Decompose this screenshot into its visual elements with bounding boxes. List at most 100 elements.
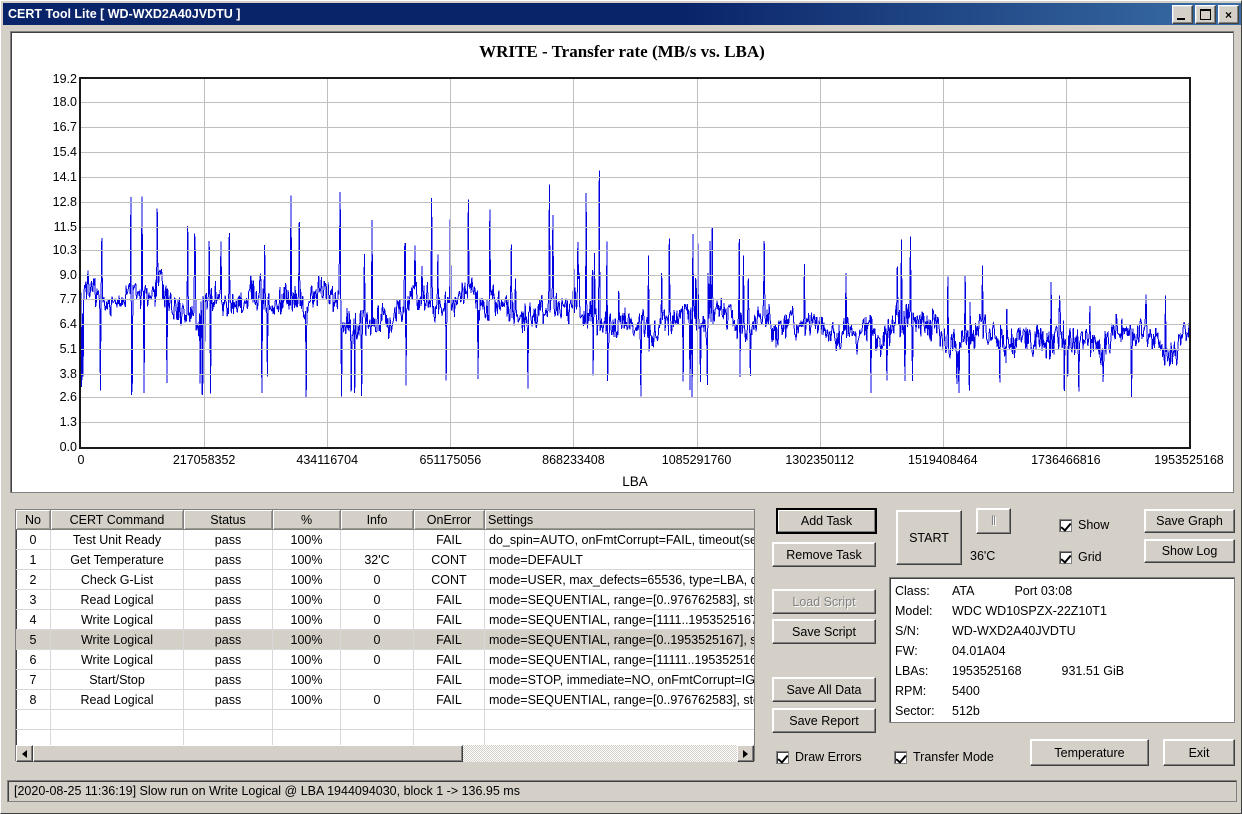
table-row[interactable]: 0 Test Unit Ready pass 100% FAIL do_spin=AUTO… <box>16 529 754 550</box>
cell-info: 32'C <box>340 549 414 570</box>
y-axis-tick-label: 1.3 <box>59 415 77 430</box>
col-header-status[interactable]: Status <box>183 510 273 530</box>
table-row[interactable]: 6 Write Logical pass 100% 0 FAIL mode=SEQUENTI… <box>16 649 754 670</box>
col-header-settings[interactable]: Settings <box>484 510 754 530</box>
cell-percent: 100% <box>272 589 341 610</box>
cell-info: 0 <box>340 609 414 630</box>
draw-errors-checkbox[interactable]: Draw Errors <box>776 750 862 764</box>
table-row[interactable] <box>16 709 754 730</box>
cell-info: 0 <box>340 589 414 610</box>
y-axis-tick-label: 12.8 <box>52 194 77 209</box>
cell-info <box>340 669 414 690</box>
col-header-percent[interactable]: % <box>272 510 341 530</box>
grid-line-horizontal <box>81 250 1189 251</box>
drive-info-panel: Class: ATA Port 03:08 Model: WDC WD10SPZX-22… <box>889 577 1235 723</box>
cell-settings: mode=SEQUENTIAL, range=[0..976762583], s… <box>484 689 754 710</box>
scroll-left-button[interactable] <box>16 745 33 762</box>
task-table-panel[interactable]: No CERT Command Status % Info OnError Se… <box>15 509 755 761</box>
drive-info-label: Class: <box>895 584 930 598</box>
add-task-button[interactable]: Add Task <box>776 508 877 534</box>
save-all-data-button[interactable]: Save All Data <box>772 677 876 702</box>
show-checkbox[interactable]: Show <box>1059 518 1109 532</box>
maximize-button[interactable] <box>1195 5 1216 24</box>
drive-info-row: RPM: 5400 <box>895 681 1229 701</box>
drive-info-row: Sector: 512b <box>895 701 1229 721</box>
arrow-left-icon <box>22 749 27 758</box>
cell-no: 0 <box>16 529 51 550</box>
cell-no <box>16 709 51 730</box>
cell-onerror <box>413 709 485 730</box>
window-title: CERT Tool Lite [ WD-WXD2A40JVDTU ] <box>8 7 241 21</box>
x-axis-tick-label: 217058352 <box>172 453 236 467</box>
transfer-rate-chart-panel: WRITE - Transfer rate (MB/s vs. LBA) 0.0… <box>10 31 1234 493</box>
grid-checkbox[interactable]: Grid <box>1059 550 1102 564</box>
cell-command: Read Logical <box>50 689 184 710</box>
start-button[interactable]: START <box>896 510 962 565</box>
cell-info <box>340 529 414 550</box>
temperature-readout: 36'C <box>970 549 996 563</box>
scrollbar-thumb[interactable] <box>33 745 463 762</box>
y-axis-tick-label: 15.4 <box>52 144 77 159</box>
scroll-right-button[interactable] <box>737 745 754 762</box>
close-icon: × <box>1224 7 1232 22</box>
exit-button[interactable]: Exit <box>1163 739 1235 766</box>
status-bar-text: [2020-08-25 11:36:19] Slow run on Write … <box>14 784 520 798</box>
table-row[interactable]: 3 Read Logical pass 100% 0 FAIL mode=SEQUENTIA… <box>16 589 754 610</box>
grid-line-horizontal <box>81 374 1189 375</box>
table-row[interactable]: 2 Check G-List pass 100% 0 CONT mode=USER, max… <box>16 569 754 590</box>
table-row[interactable]: 4 Write Logical pass 100% 0 FAIL mode=SEQUENTI… <box>16 609 754 630</box>
pause-button[interactable]: ‖ <box>976 508 1011 534</box>
table-header-row: No CERT Command Status % Info OnError Se… <box>16 510 754 530</box>
col-header-info[interactable]: Info <box>340 510 414 530</box>
cell-info: 0 <box>340 649 414 670</box>
table-row[interactable]: 1 Get Temperature pass 100% 32'C CONT mode=DEF… <box>16 549 754 570</box>
grid-line-horizontal <box>81 349 1189 350</box>
cell-percent: 100% <box>272 629 341 650</box>
cell-no: 2 <box>16 569 51 590</box>
save-graph-button[interactable]: Save Graph <box>1144 509 1235 533</box>
table-row[interactable]: 8 Read Logical pass 100% 0 FAIL mode=SEQUENTIA… <box>16 689 754 710</box>
cell-no: 6 <box>16 649 51 670</box>
col-header-cert-command[interactable]: CERT Command <box>50 510 184 530</box>
col-header-onerror[interactable]: OnError <box>413 510 485 530</box>
save-report-button[interactable]: Save Report <box>772 708 876 733</box>
cell-settings: mode=SEQUENTIAL, range=[0..1953525167], … <box>484 629 754 650</box>
drive-info-value-secondary: Port 03:08 <box>1014 584 1073 598</box>
save-script-button[interactable]: Save Script <box>772 619 876 644</box>
title-bar: CERT Tool Lite [ WD-WXD2A40JVDTU ] × <box>3 3 1241 25</box>
cell-no: 1 <box>16 549 51 570</box>
cell-percent <box>272 709 341 730</box>
grid-line-horizontal <box>81 177 1189 178</box>
cell-onerror: FAIL <box>413 609 485 630</box>
table-row[interactable]: 7 Start/Stop pass 100% FAIL mode=STOP, immedi… <box>16 669 754 690</box>
drive-info-value: WD-WXD2A40JVDTU <box>952 624 1076 638</box>
plot-area <box>79 77 1191 449</box>
cell-command: Write Logical <box>50 649 184 670</box>
temperature-button[interactable]: Temperature <box>1030 739 1149 766</box>
cell-onerror: FAIL <box>413 689 485 710</box>
x-axis-tick-label: 1519408464 <box>908 453 978 467</box>
transfer-mode-checkbox[interactable]: Transfer Mode <box>894 750 994 764</box>
cell-onerror: CONT <box>413 569 485 590</box>
col-header-no[interactable]: No <box>16 510 51 530</box>
scrollbar-track[interactable] <box>33 745 737 762</box>
y-axis-tick-label: 11.5 <box>53 219 77 234</box>
load-script-button[interactable]: Load Script <box>772 589 876 614</box>
cell-info: 0 <box>340 629 414 650</box>
cell-info: 0 <box>340 569 414 590</box>
task-table-horizontal-scrollbar[interactable] <box>16 745 754 762</box>
cell-no: 3 <box>16 589 51 610</box>
drive-info-row: S/N: WD-WXD2A40JVDTU <box>895 621 1229 641</box>
remove-task-button[interactable]: Remove Task <box>772 542 876 567</box>
grid-line-vertical <box>450 79 451 447</box>
x-axis-tick-label: 1302350112 <box>785 453 854 467</box>
show-log-button[interactable]: Show Log <box>1144 539 1235 563</box>
close-button[interactable]: × <box>1218 5 1239 24</box>
cell-status <box>183 709 273 730</box>
grid-line-vertical <box>573 79 574 447</box>
transfer-mode-label: Transfer Mode <box>913 750 994 764</box>
table-row[interactable]: 5 Write Logical pass 100% 0 FAIL mode=SEQUENTI… <box>16 629 754 650</box>
minimize-button[interactable] <box>1172 5 1193 24</box>
cell-settings: mode=SEQUENTIAL, range=[1111..1953525167… <box>484 609 754 630</box>
x-axis-tick-label: 434116704 <box>296 453 359 467</box>
